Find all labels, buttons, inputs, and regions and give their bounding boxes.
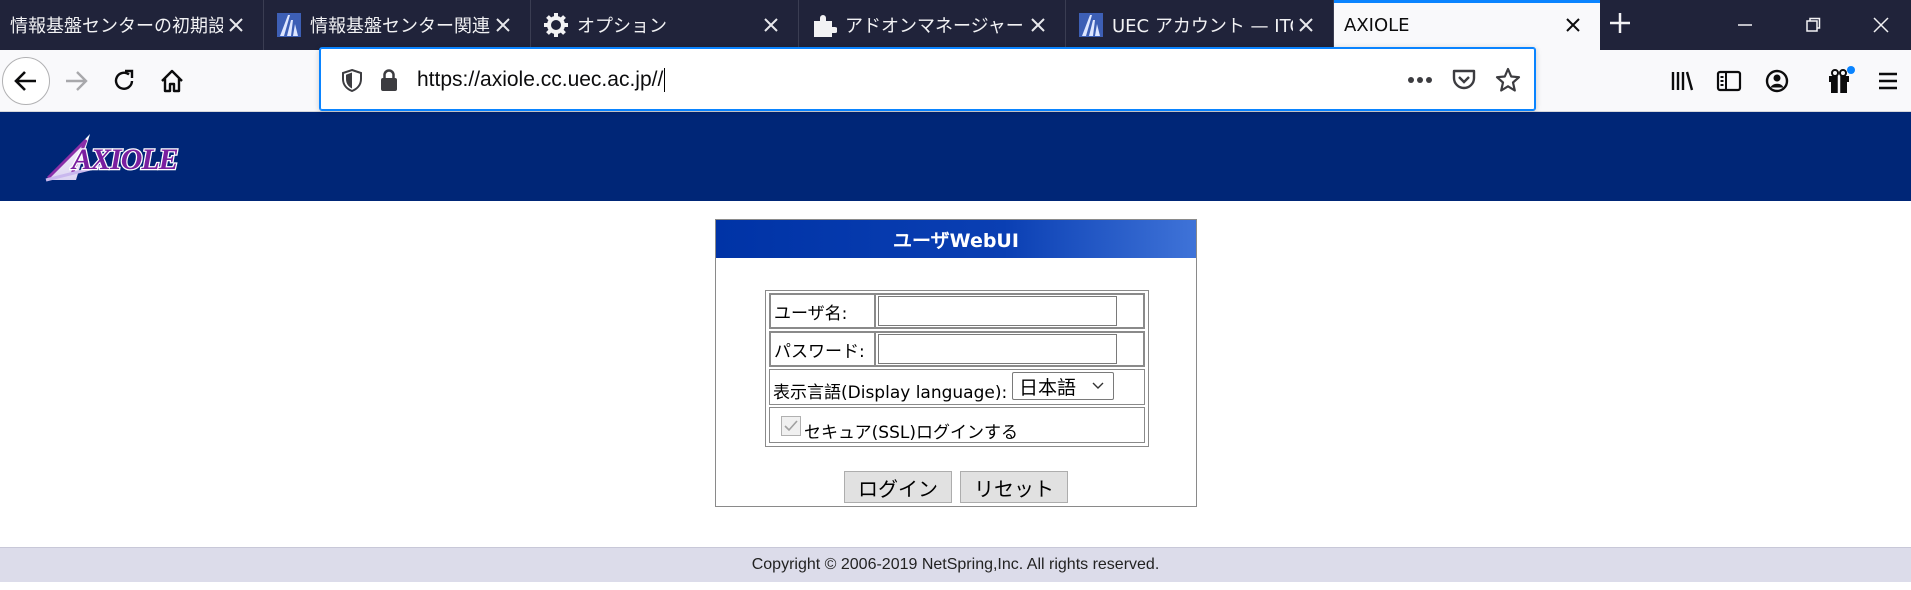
reload-button[interactable] — [102, 59, 146, 103]
gift-icon — [1829, 66, 1855, 93]
whats-new-button[interactable] — [1819, 59, 1863, 103]
copyright-footer: Copyright © 2006-2019 NetSpring,Inc. All… — [0, 547, 1911, 582]
close-icon[interactable] — [1560, 12, 1586, 38]
password-input-cell — [875, 332, 1144, 366]
page-actions-icon[interactable] — [1406, 66, 1434, 94]
sidebar-button[interactable] — [1707, 59, 1751, 103]
reload-icon — [114, 69, 134, 90]
close-icon[interactable] — [223, 12, 249, 38]
tab-5[interactable]: UEC アカウント — ITC コ — [1066, 0, 1334, 50]
uec-logo-icon — [1078, 12, 1104, 38]
login-button[interactable]: ログイン — [844, 471, 952, 503]
url-value: https://axiole.cc.uec.ac.jp// — [417, 68, 664, 91]
axiole-header: AXIOLE — [0, 112, 1911, 201]
library-button[interactable] — [1660, 59, 1704, 103]
close-icon[interactable] — [490, 12, 516, 38]
url-text[interactable]: https://axiole.cc.uec.ac.jp// — [417, 65, 666, 95]
password-input[interactable] — [878, 334, 1117, 364]
lock-icon[interactable] — [375, 66, 403, 94]
pocket-icon[interactable] — [1450, 66, 1478, 94]
close-icon[interactable] — [758, 12, 784, 38]
ssl-label: セキュア(SSL)ログインする — [804, 423, 1018, 443]
back-arrow-icon — [14, 71, 36, 91]
library-icon — [1671, 71, 1694, 91]
username-input-cell — [875, 294, 1144, 328]
username-label: ユーザ名: — [770, 294, 875, 328]
plus-icon — [1608, 11, 1632, 39]
tab-strip: 情報基盤センターの初期設定 情報基盤センター関連ウ オプション アドオンマネージ… — [0, 0, 1911, 50]
login-form: ユーザ名: パスワード: 表示言語(Display language): 日本語 — [765, 290, 1149, 447]
hamburger-menu-icon — [1879, 72, 1897, 90]
restore-button[interactable] — [1778, 0, 1848, 50]
restore-icon — [1806, 17, 1821, 32]
close-icon — [1872, 17, 1889, 33]
language-select[interactable]: 日本語 — [1012, 372, 1114, 400]
forward-button[interactable] — [54, 59, 98, 103]
language-row: 表示言語(Display language): 日本語 — [769, 369, 1145, 405]
tab-title: オプション — [577, 16, 667, 37]
close-icon[interactable] — [1025, 12, 1051, 38]
tracking-protection-shield-icon[interactable] — [338, 66, 366, 94]
tab-3[interactable]: オプション — [531, 0, 799, 50]
home-icon — [161, 69, 183, 93]
tab-4[interactable]: アドオンマネージャー — [799, 0, 1066, 50]
minimize-icon — [1738, 24, 1752, 26]
password-row: パスワード: — [769, 331, 1145, 367]
login-panel-title: ユーザWebUI — [716, 220, 1196, 258]
forward-arrow-icon — [66, 71, 88, 91]
checkmark-icon — [784, 420, 798, 432]
language-label: 表示言語(Display language): — [773, 383, 1008, 403]
account-icon — [1765, 69, 1789, 93]
language-selected-value: 日本語 — [1019, 376, 1077, 399]
new-tab-button[interactable] — [1603, 8, 1637, 42]
axiole-logo: AXIOLE — [42, 126, 222, 190]
gear-icon — [543, 12, 569, 38]
address-bar[interactable]: https://axiole.cc.uec.ac.jp// — [319, 47, 1536, 111]
chevron-down-icon — [1092, 382, 1104, 389]
reset-button[interactable]: リセット — [960, 471, 1068, 503]
tab-2[interactable]: 情報基盤センター関連ウ — [264, 0, 531, 50]
language-label-cell: 表示言語(Display language): 日本語 — [770, 370, 1144, 404]
login-panel: ユーザWebUI ユーザ名: パスワード: 表示言語(Display langu… — [715, 219, 1197, 507]
tab-title: 情報基盤センターの初期設定 — [10, 16, 223, 37]
username-row: ユーザ名: — [769, 293, 1145, 329]
menu-button[interactable] — [1866, 59, 1910, 103]
logo-text: AXIOLE — [70, 143, 178, 176]
tab-title: アドオンマネージャー — [845, 16, 1024, 37]
bookmark-star-icon[interactable] — [1494, 66, 1522, 94]
username-input[interactable] — [878, 296, 1117, 326]
ssl-row: セキュア(SSL)ログインする — [769, 407, 1145, 443]
tab-title: UEC アカウント — ITC コ — [1112, 16, 1293, 37]
home-button[interactable] — [150, 59, 194, 103]
tab-6-active[interactable]: AXIOLE — [1334, 0, 1600, 50]
uec-logo-icon — [276, 12, 302, 38]
window-close-button[interactable] — [1850, 0, 1911, 50]
sidebar-icon — [1716, 70, 1742, 92]
account-button[interactable] — [1755, 59, 1799, 103]
password-label: パスワード: — [770, 332, 875, 366]
close-icon[interactable] — [1293, 12, 1319, 38]
text-caret — [664, 68, 666, 93]
tab-1[interactable]: 情報基盤センターの初期設定 — [0, 0, 264, 50]
ssl-checkbox[interactable] — [781, 416, 801, 436]
tab-title: 情報基盤センター関連ウ — [310, 16, 490, 37]
puzzle-icon — [811, 12, 838, 38]
minimize-button[interactable] — [1710, 0, 1780, 50]
back-button[interactable] — [2, 57, 50, 105]
tab-title: AXIOLE — [1344, 14, 1410, 36]
